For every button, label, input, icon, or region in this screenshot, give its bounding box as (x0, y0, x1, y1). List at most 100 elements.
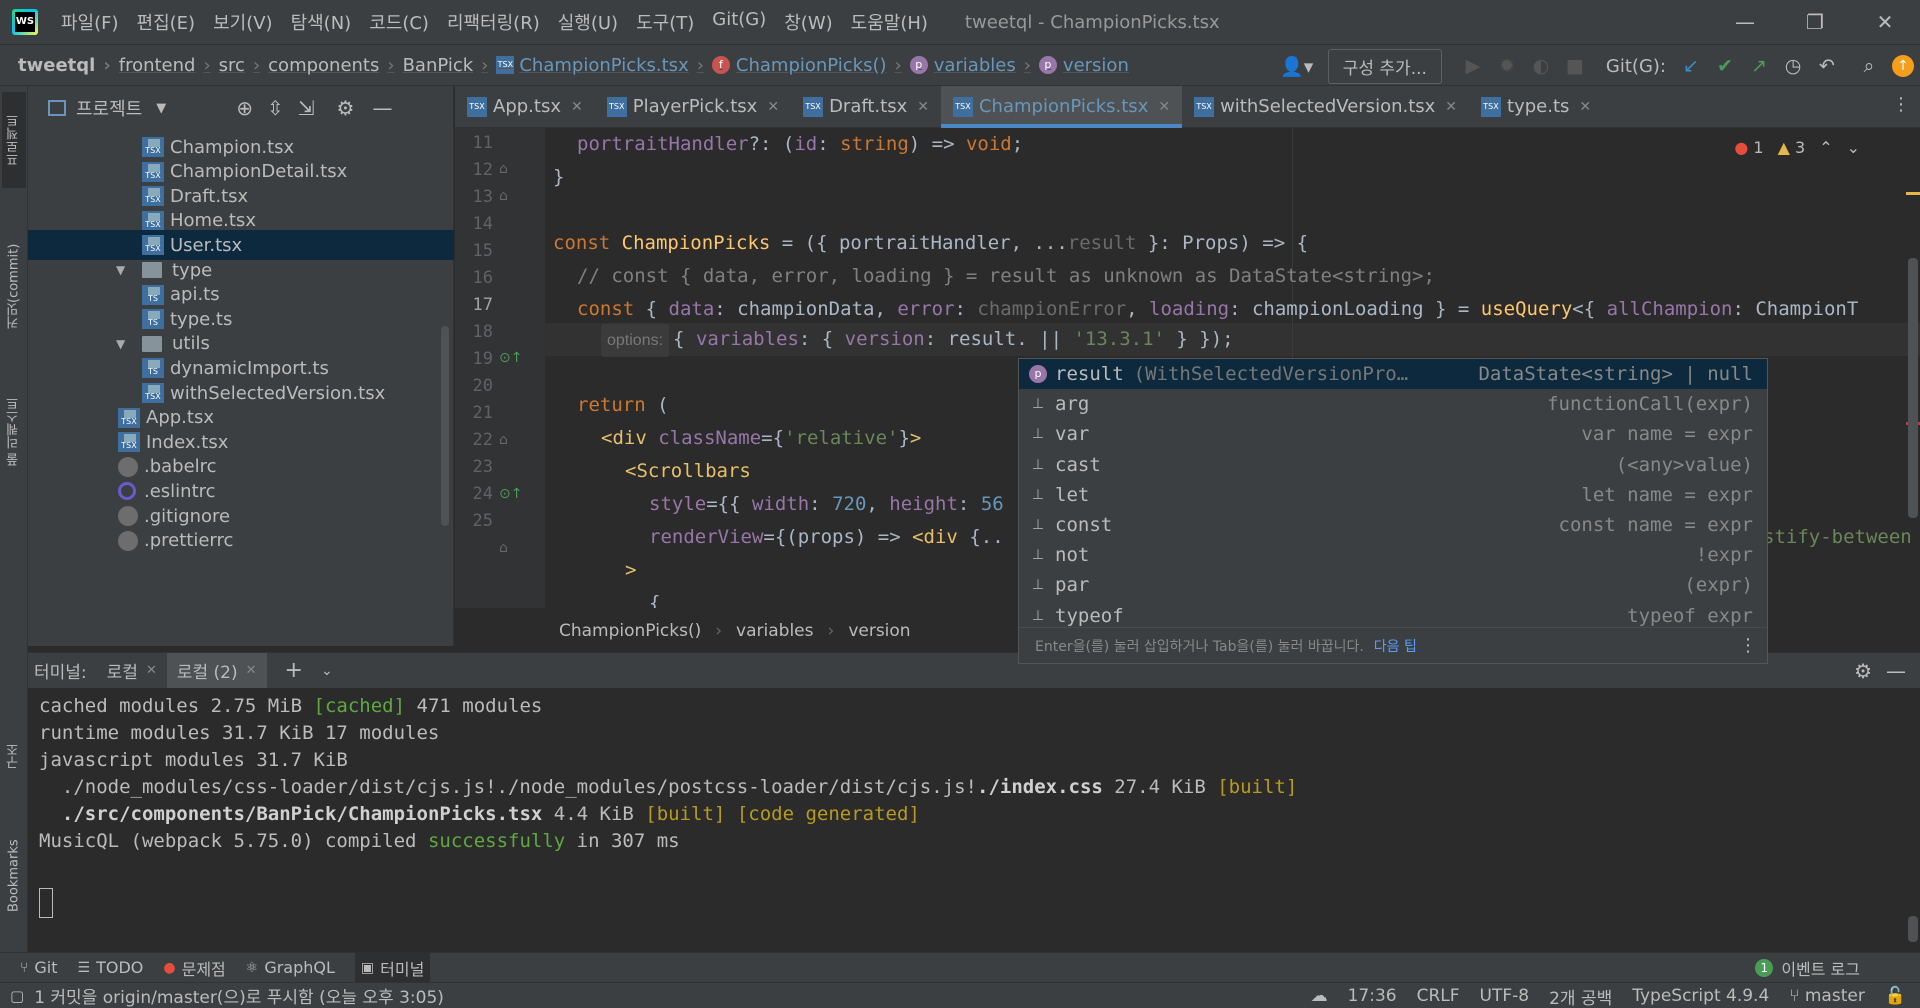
more-tabs-icon[interactable]: ⋮ (1892, 94, 1910, 115)
fold-icon[interactable]: ⌂ (499, 540, 508, 556)
implemented-icon[interactable]: ⊙↑ (499, 486, 522, 502)
add-configuration-button[interactable]: 구성 추가... (1327, 48, 1442, 84)
run-icon[interactable]: ▶ (1456, 49, 1490, 83)
editor-breadcrumb-item[interactable]: ChampionPicks() (559, 621, 701, 641)
breadcrumb-item[interactable]: f ChampionPicks() › (711, 55, 910, 76)
close-window-button[interactable]: ✕ (1850, 0, 1920, 44)
editor-breadcrumb-item[interactable]: variables (736, 621, 813, 641)
chevron-down-icon[interactable]: ▼ (156, 101, 166, 116)
completion-item[interactable]: ⊥ const const name = expr (1019, 510, 1767, 540)
tree-item[interactable]: .prettierrc (28, 526, 454, 556)
breadcrumb-item[interactable]: frontend › (119, 55, 219, 76)
terminal-output[interactable]: cached modules 2.75 MiB [cached] 471 mod… (28, 688, 1920, 948)
debug-icon[interactable]: ✹ (1490, 49, 1524, 83)
menu-item[interactable]: 실행(U) (549, 9, 627, 35)
menu-item[interactable]: 도구(T) (627, 9, 703, 35)
hide-panel-icon[interactable]: — (372, 96, 392, 120)
more-options-icon[interactable]: ⋮ (1739, 635, 1757, 656)
completion-item[interactable]: ⊥ not !expr (1019, 540, 1767, 570)
commit-tool-tab[interactable]: 커밋(commit) (2, 216, 26, 356)
user-icon[interactable]: 👤▾ (1280, 49, 1314, 83)
editor-tab[interactable]: TSX App.tsx ✕ (455, 86, 595, 128)
git-update-icon[interactable]: ↙ (1674, 49, 1708, 83)
completion-item[interactable]: ⊥ let let name = expr (1019, 480, 1767, 510)
breadcrumb-item[interactable]: src › (219, 55, 268, 76)
previous-highlight-icon[interactable]: ⌃ (1819, 138, 1832, 157)
breadcrumb-item[interactable]: p version (1038, 55, 1129, 76)
bookmarks-tool-tab[interactable]: Bookmarks (2, 821, 26, 931)
collapse-all-icon[interactable]: ⇲ (298, 96, 315, 120)
warning-stripe[interactable] (1906, 192, 1920, 195)
git-commit-icon[interactable]: ✔ (1708, 49, 1742, 83)
coverage-icon[interactable]: ◐ (1524, 49, 1558, 83)
terminal-tab[interactable]: 로컬 (2) ✕ (166, 652, 267, 689)
chevron-down-icon[interactable]: ▼ (116, 263, 130, 277)
pull-requests-tool-tab[interactable]: 풀 리퀘스트 (2, 376, 26, 486)
gear-icon[interactable]: ⚙ (337, 96, 355, 120)
completion-item[interactable]: ⊥ par (expr) (1019, 570, 1767, 600)
locate-file-icon[interactable]: ⊕ (236, 96, 253, 120)
editor-tab[interactable]: TSX withSelectedVersion.tsx ✕ (1182, 86, 1469, 128)
completion-item[interactable]: p result (WithSelectedVersionPro… DataState… (1019, 359, 1767, 389)
line-separator[interactable]: CRLF (1417, 986, 1460, 1006)
editor-tab[interactable]: TSX PlayerPick.tsx ✕ (595, 86, 791, 128)
menu-item[interactable]: 파일(F) (52, 9, 128, 35)
chevron-down-icon[interactable]: ⌄ (321, 663, 333, 679)
editor-scrollbar[interactable] (1908, 258, 1918, 518)
editor-tab[interactable]: TSX Draft.tsx ✕ (791, 86, 941, 128)
lock-icon[interactable]: 🔓 (1885, 986, 1906, 1006)
tool-window-button[interactable]: ▣ 터미널 (354, 951, 431, 984)
next-tip-link[interactable]: 다음 팁 (1374, 636, 1417, 656)
search-icon[interactable]: ⌕ (1852, 49, 1886, 83)
gear-icon[interactable]: ⚙ (1854, 659, 1872, 683)
menu-item[interactable]: 도움말(H) (842, 9, 937, 35)
chevron-down-icon[interactable]: ▼ (116, 337, 130, 351)
git-branch[interactable]: ⑂ master (1789, 986, 1865, 1006)
next-highlight-icon[interactable]: ⌄ (1847, 138, 1860, 157)
stop-icon[interactable]: ■ (1558, 49, 1592, 83)
breadcrumb-item[interactable]: tweetql › (18, 55, 119, 76)
implemented-icon[interactable]: ⊙↑ (499, 350, 522, 366)
completion-item[interactable]: ⊥ arg functionCall(expr) (1019, 389, 1767, 419)
close-icon[interactable]: ✕ (1158, 99, 1170, 115)
tool-window-button[interactable]: ⑂ Git (20, 958, 58, 977)
tool-window-button[interactable]: ☰ TODO (78, 958, 144, 977)
new-terminal-tab-icon[interactable]: + (285, 658, 303, 683)
warning-count[interactable]: ▲ 3 (1778, 138, 1806, 157)
close-icon[interactable]: ✕ (1579, 99, 1591, 115)
fold-icon[interactable]: ⌂ (499, 432, 508, 448)
rollback-icon[interactable]: ↶ (1810, 49, 1844, 83)
close-icon[interactable]: ✕ (1445, 99, 1457, 115)
history-icon[interactable]: ◷ (1776, 49, 1810, 83)
tool-window-button[interactable]: ⚛ GraphQL (246, 958, 335, 977)
editor-tab[interactable]: TSX type.ts ✕ (1469, 86, 1603, 128)
close-icon[interactable]: ✕ (246, 663, 257, 678)
minimize-button[interactable]: — (1710, 0, 1780, 44)
caret-position[interactable]: 17:36 (1348, 986, 1397, 1006)
project-tool-tab[interactable]: 프로젝트 (2, 92, 26, 188)
menu-item[interactable]: 창(W) (775, 9, 841, 35)
menu-item[interactable]: 탐색(N) (282, 9, 361, 35)
close-icon[interactable]: ✕ (146, 663, 157, 678)
breadcrumb-item[interactable]: BanPick › (403, 55, 497, 76)
project-panel-title[interactable]: 프로젝트 (76, 95, 142, 121)
restore-button[interactable]: ❐ (1780, 0, 1850, 44)
terminal-scrollbar[interactable] (1908, 916, 1918, 942)
completion-item[interactable]: ⊥ var var name = expr (1019, 419, 1767, 449)
terminal-tab[interactable]: 로컬 ✕ (97, 653, 167, 689)
toggle-tool-windows-icon[interactable]: ▢ (10, 987, 24, 1005)
fold-icon[interactable]: ⌂ (499, 161, 508, 177)
close-icon[interactable]: ✕ (767, 99, 779, 115)
expand-all-icon[interactable]: ⇳ (267, 96, 284, 120)
git-push-icon[interactable]: ↗ (1742, 49, 1776, 83)
menu-item[interactable]: 보기(V) (204, 9, 281, 35)
editor-breadcrumb-item[interactable]: version (848, 621, 910, 641)
menu-item[interactable]: 코드(C) (360, 9, 438, 35)
menu-item[interactable]: 리팩터링(R) (438, 9, 549, 35)
close-icon[interactable]: ✕ (571, 99, 583, 115)
structure-tool-tab[interactable]: 구조 (2, 726, 26, 786)
updates-icon[interactable]: ↑ (1886, 49, 1920, 83)
error-count[interactable]: ● 1 (1734, 138, 1763, 157)
project-scrollbar[interactable] (441, 326, 449, 526)
editor-tab[interactable]: TSX ChampionPicks.tsx ✕ (940, 85, 1183, 128)
